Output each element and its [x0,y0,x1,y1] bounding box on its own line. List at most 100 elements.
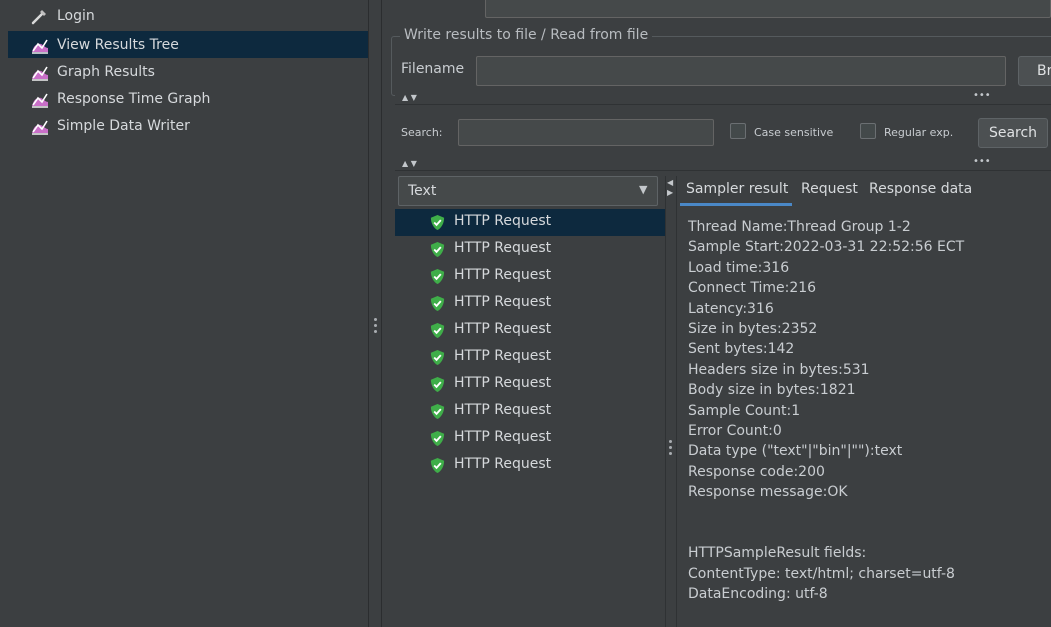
case-sensitive-checkbox[interactable] [730,123,746,139]
tree-item-label: Graph Results [57,63,155,80]
detail-line: Sample Start:2022-03-31 22:52:56 ECT [688,239,965,256]
tree-item-simple-data-writer[interactable]: Simple Data Writer [0,112,368,139]
regex-label: Regular exp. [884,126,954,139]
chevron-down-icon: ▼ [639,183,648,196]
detail-line: HTTPSampleResult fields: [688,545,867,562]
result-row[interactable]: HTTP Request [395,344,665,371]
splitter-grip-dot [669,440,672,443]
more-dots-icon: ••• [973,90,991,101]
tree-item-login[interactable]: Login [0,2,368,29]
result-row-label: HTTP Request [454,375,552,391]
splitter-grip-dot [374,318,377,321]
splitter-grip-dot [669,452,672,455]
splitter-grip-dot [374,324,377,327]
result-row-label: HTTP Request [454,321,552,337]
success-shield-icon [430,295,445,312]
success-shield-icon [430,430,445,447]
result-row-label: HTTP Request [454,240,552,256]
results-splitter[interactable]: ◀ ▶ [665,176,677,627]
success-shield-icon [430,214,445,231]
success-shield-icon [430,322,445,339]
collapse-right-icon[interactable]: ▶ [667,188,673,197]
test-plan-tree: Login View Results Tree Graph Results Re… [0,0,368,627]
result-row-label: HTTP Request [454,429,552,445]
collapse-arrows-icon[interactable]: ▲ ▼ [402,93,417,102]
tree-item-graph-results[interactable]: Graph Results [0,58,368,85]
detail-line: Size in bytes:2352 [688,321,818,337]
tree-item-view-results-tree[interactable]: View Results Tree [8,31,368,58]
tree-item-label: View Results Tree [57,36,179,53]
result-row[interactable]: HTTP Request [395,425,665,452]
detail-line: ContentType: text/html; charset=utf-8 [688,565,955,582]
result-row[interactable]: HTTP Request [395,290,665,317]
renderer-select-value: Text [408,183,437,199]
detail-line: Latency:316 [688,300,774,317]
result-row[interactable]: HTTP Request [395,371,665,398]
comments-field[interactable] [485,0,1051,18]
result-row[interactable]: HTTP Request [395,263,665,290]
splitter-grip-dot [669,446,672,449]
renderer-select[interactable]: Text ▼ [398,176,658,206]
detail-line: Body size in bytes:1821 [688,382,856,399]
browse-button[interactable]: Br [1018,56,1051,86]
detail-line: Headers size in bytes:531 [688,361,870,378]
tree-item-label: Simple Data Writer [57,117,190,134]
detail-line: Sent bytes:142 [688,341,795,358]
success-shield-icon [430,376,445,393]
detail-line: Data type ("text"|"bin"|""):text [688,443,903,460]
detail-line: DataEncoding: utf-8 [688,586,828,603]
collapse-left-icon[interactable]: ◀ [667,178,673,187]
filename-input[interactable] [476,56,1006,86]
success-shield-icon [430,457,445,474]
result-row[interactable]: HTTP Request [395,209,665,236]
active-tab-underline [680,203,792,206]
regex-checkbox[interactable] [860,123,876,139]
success-shield-icon [430,349,445,366]
tree-item-label: Response Time Graph [57,90,211,107]
result-row[interactable]: HTTP Request [395,236,665,263]
result-row[interactable]: HTTP Request [395,452,665,479]
result-row-label: HTTP Request [454,267,552,283]
split-divider[interactable] [395,92,1051,105]
chart-icon [32,39,48,54]
success-shield-icon [430,241,445,258]
pipette-icon [31,9,46,24]
success-shield-icon [430,268,445,285]
chart-icon [32,120,48,135]
detail-line: Response message:OK [688,484,848,501]
tree-item-response-time-graph[interactable]: Response Time Graph [0,85,368,112]
collapse-arrows-icon[interactable]: ▲ ▼ [402,159,417,168]
result-row[interactable]: HTTP Request [395,317,665,344]
case-sensitive-label: Case sensitive [754,126,834,139]
tree-item-label: Login [57,7,95,24]
detail-line: Sample Count:1 [688,402,801,419]
detail-line: Response code:200 [688,463,825,480]
search-label: Search: [401,126,443,139]
search-input[interactable] [458,119,714,146]
result-row[interactable]: HTTP Request [395,398,665,425]
chart-icon [32,66,48,81]
tab-response-data[interactable]: Response data [869,181,972,205]
result-row-label: HTTP Request [454,294,552,310]
browse-button-label: Br [1037,63,1051,79]
detail-line: Connect Time:216 [688,280,817,297]
result-row-label: HTTP Request [454,348,552,364]
detail-line: Error Count:0 [688,423,782,439]
search-button[interactable]: Search [978,118,1048,148]
chart-icon [32,93,48,108]
tab-request[interactable]: Request [801,181,858,205]
splitter-grip-dot [374,330,377,333]
more-dots-icon: ••• [973,156,991,167]
result-row-label: HTTP Request [454,456,552,472]
file-section-legend: Write results to file / Read from file [400,27,653,43]
search-button-label: Search [988,125,1038,141]
result-row-label: HTTP Request [454,213,552,229]
filename-label: Filename [401,61,465,77]
success-shield-icon [430,403,445,420]
main-splitter[interactable] [368,0,382,627]
results-list: HTTP Request HTTP Request HTTP Request H… [395,209,665,627]
result-row-label: HTTP Request [454,402,552,418]
tab-sampler-result[interactable]: Sampler result [686,181,788,205]
detail-line: Load time:316 [688,259,790,276]
split-divider[interactable] [395,158,1051,171]
